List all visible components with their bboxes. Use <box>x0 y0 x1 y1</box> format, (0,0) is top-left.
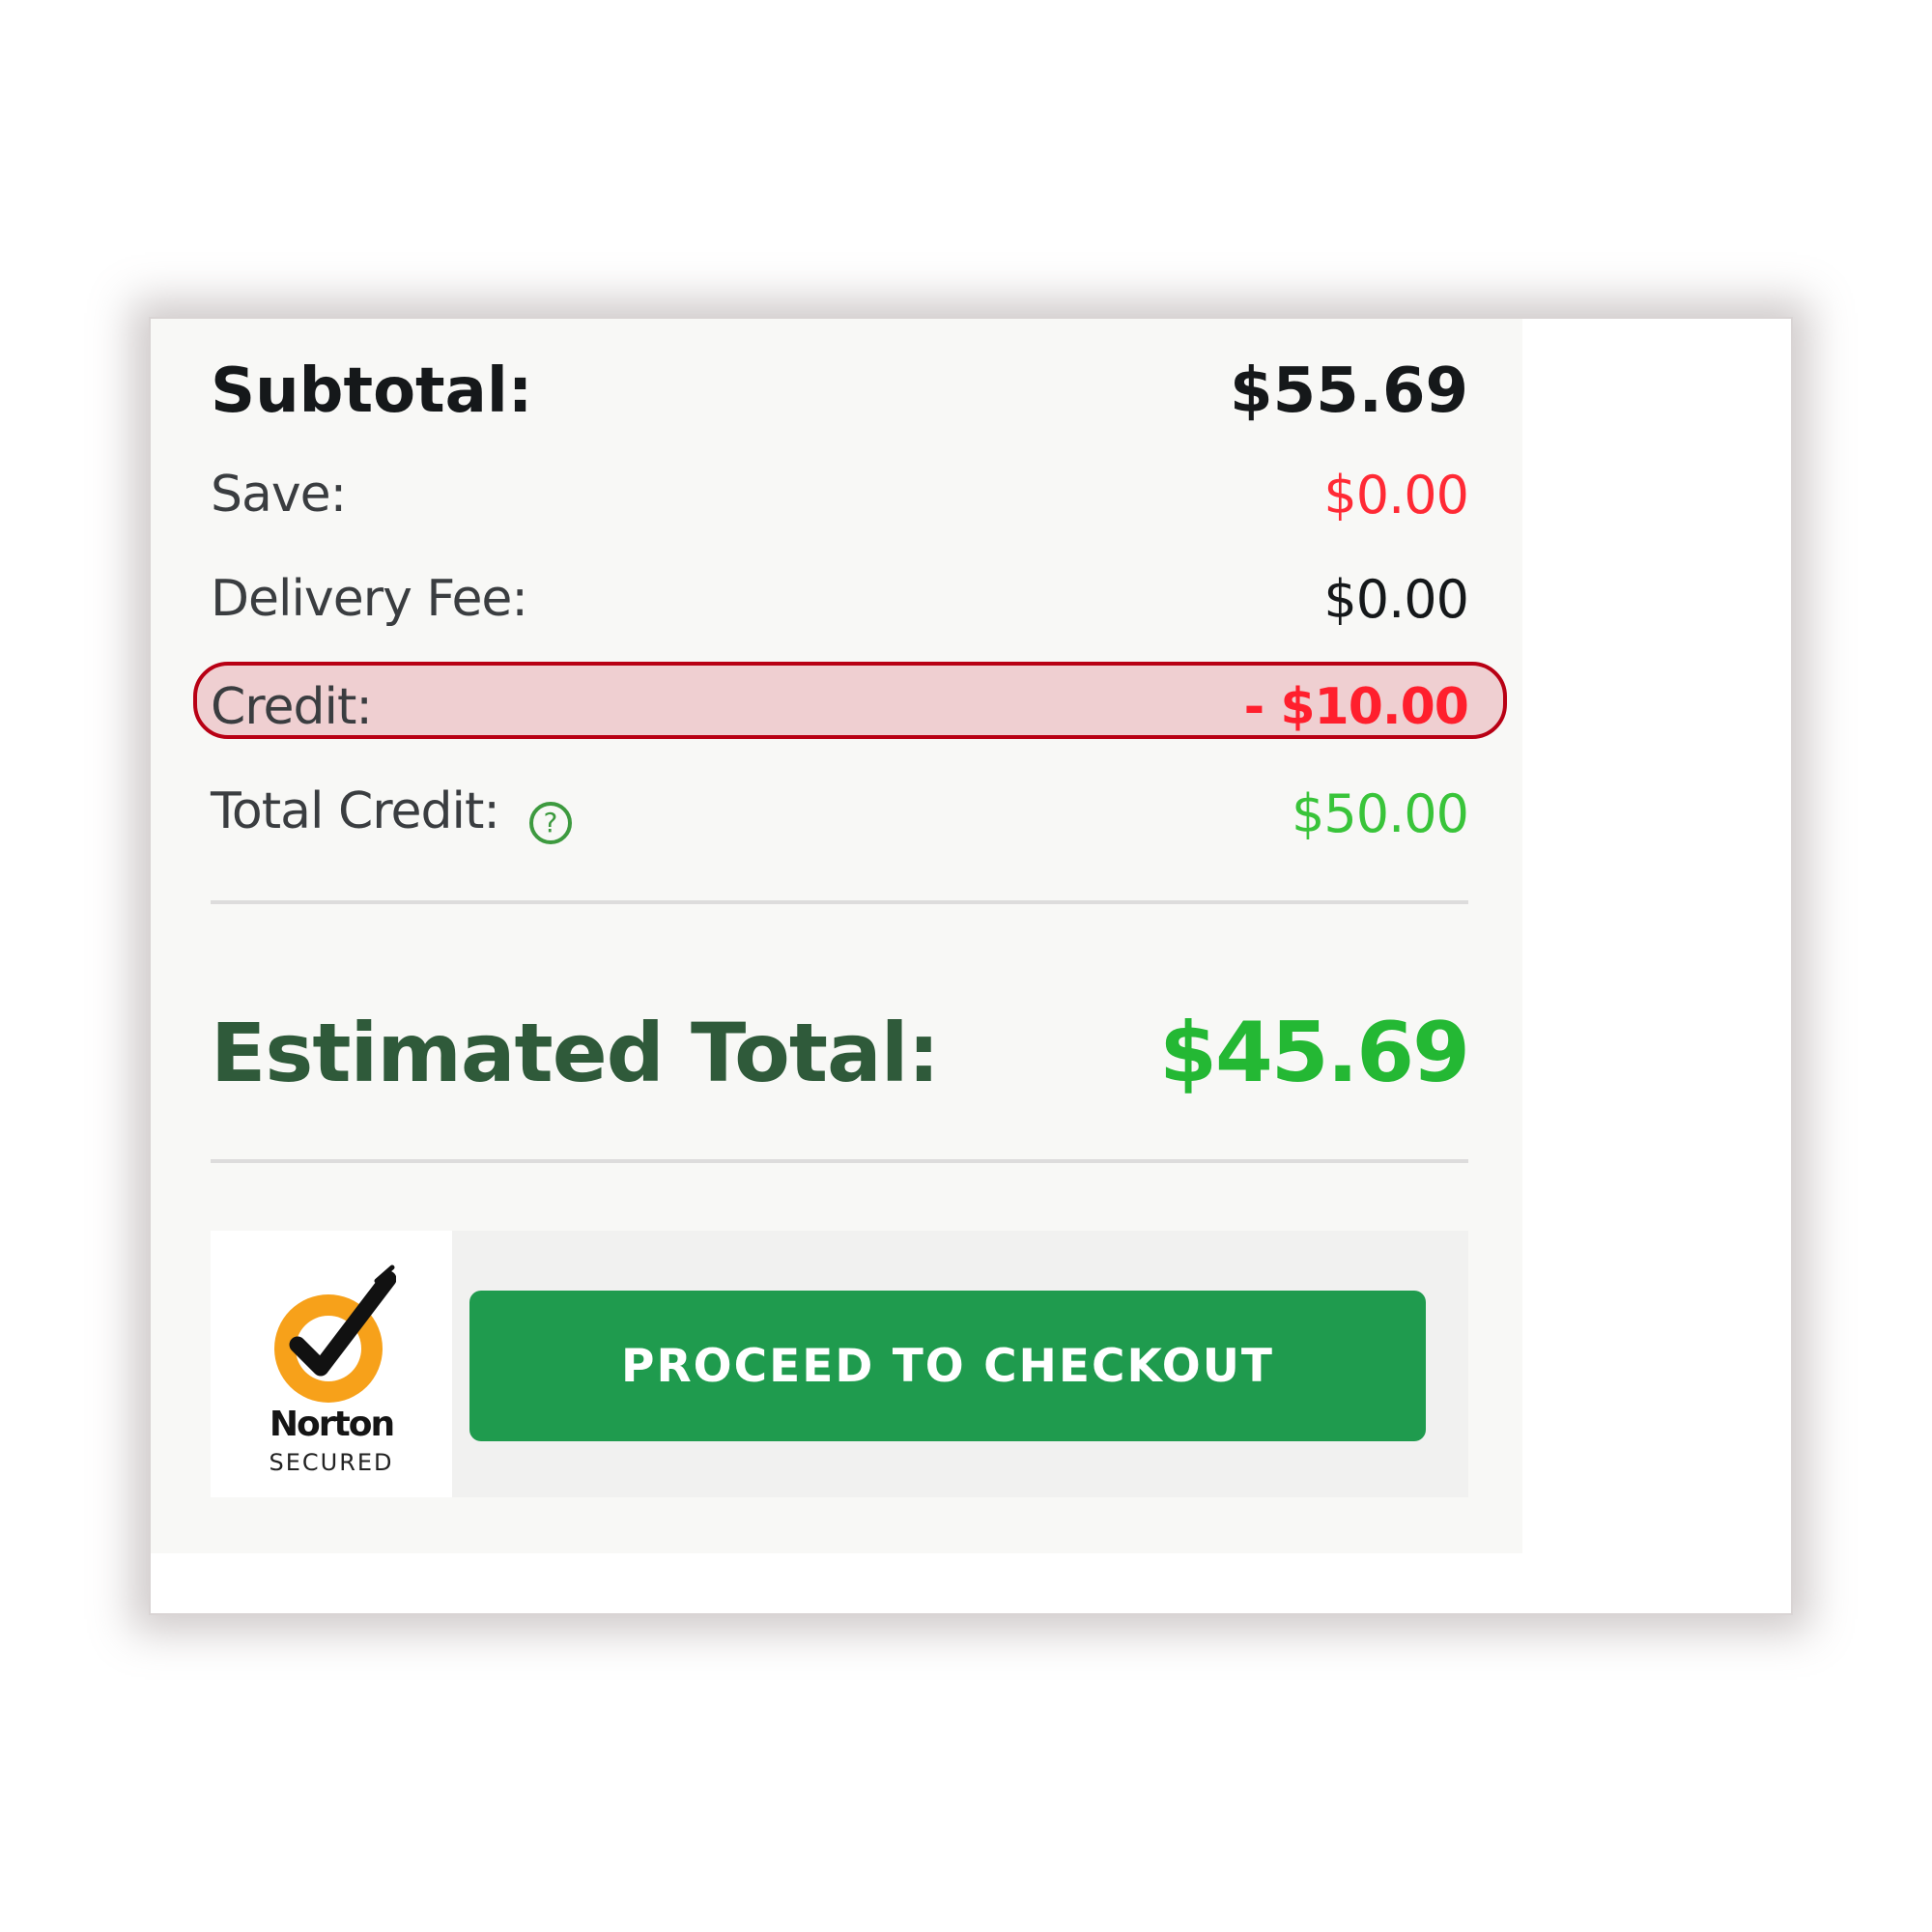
summary-divider <box>211 900 1468 904</box>
total-credit-label: Total Credit: <box>211 781 500 840</box>
norton-check-icon <box>274 1264 396 1403</box>
credit-label: Credit: <box>211 678 373 736</box>
delivery-fee-row: Delivery Fee: $0.00 <box>211 551 1469 647</box>
order-summary-card: Subtotal: $55.69 Save: $0.00 Delivery Fe… <box>149 317 1793 1615</box>
question-circle-icon[interactable]: ? <box>528 802 572 845</box>
credit-row: Credit: - $10.00 <box>211 659 1469 755</box>
estimated-total-row: Estimated Total: $45.69 <box>211 956 1470 1150</box>
delivery-fee-value: $0.00 <box>1323 568 1469 630</box>
subtotal-value: $55.69 <box>1230 355 1468 427</box>
credit-value: - $10.00 <box>1243 678 1469 736</box>
subtotal-row: Subtotal: $55.69 <box>211 338 1468 444</box>
save-value: $0.00 <box>1323 464 1469 526</box>
estimated-total-value: $45.69 <box>1159 1005 1470 1101</box>
save-row: Save: $0.00 <box>211 446 1469 543</box>
total-credit-row: Total Credit: ? $50.00 <box>211 765 1469 862</box>
total-credit-value: $50.00 <box>1292 782 1469 844</box>
estimated-total-label: Estimated Total: <box>211 1006 940 1100</box>
proceed-to-checkout-button[interactable]: PROCEED TO CHECKOUT <box>469 1291 1426 1441</box>
subtotal-label: Subtotal: <box>211 355 533 427</box>
norton-secured-seal[interactable]: Norton SECURED <box>211 1231 452 1497</box>
checkout-panel: Norton SECURED PROCEED TO CHECKOUT <box>211 1231 1468 1497</box>
delivery-fee-label: Delivery Fee: <box>211 570 528 628</box>
norton-brand-label: Norton <box>269 1405 395 1444</box>
save-label: Save: <box>211 466 347 524</box>
total-credit-label-group: Total Credit: ? <box>211 782 572 845</box>
order-summary-panel: Subtotal: $55.69 Save: $0.00 Delivery Fe… <box>151 319 1522 1553</box>
estimated-total-divider <box>211 1159 1468 1163</box>
norton-secured-label: SECURED <box>269 1449 394 1476</box>
